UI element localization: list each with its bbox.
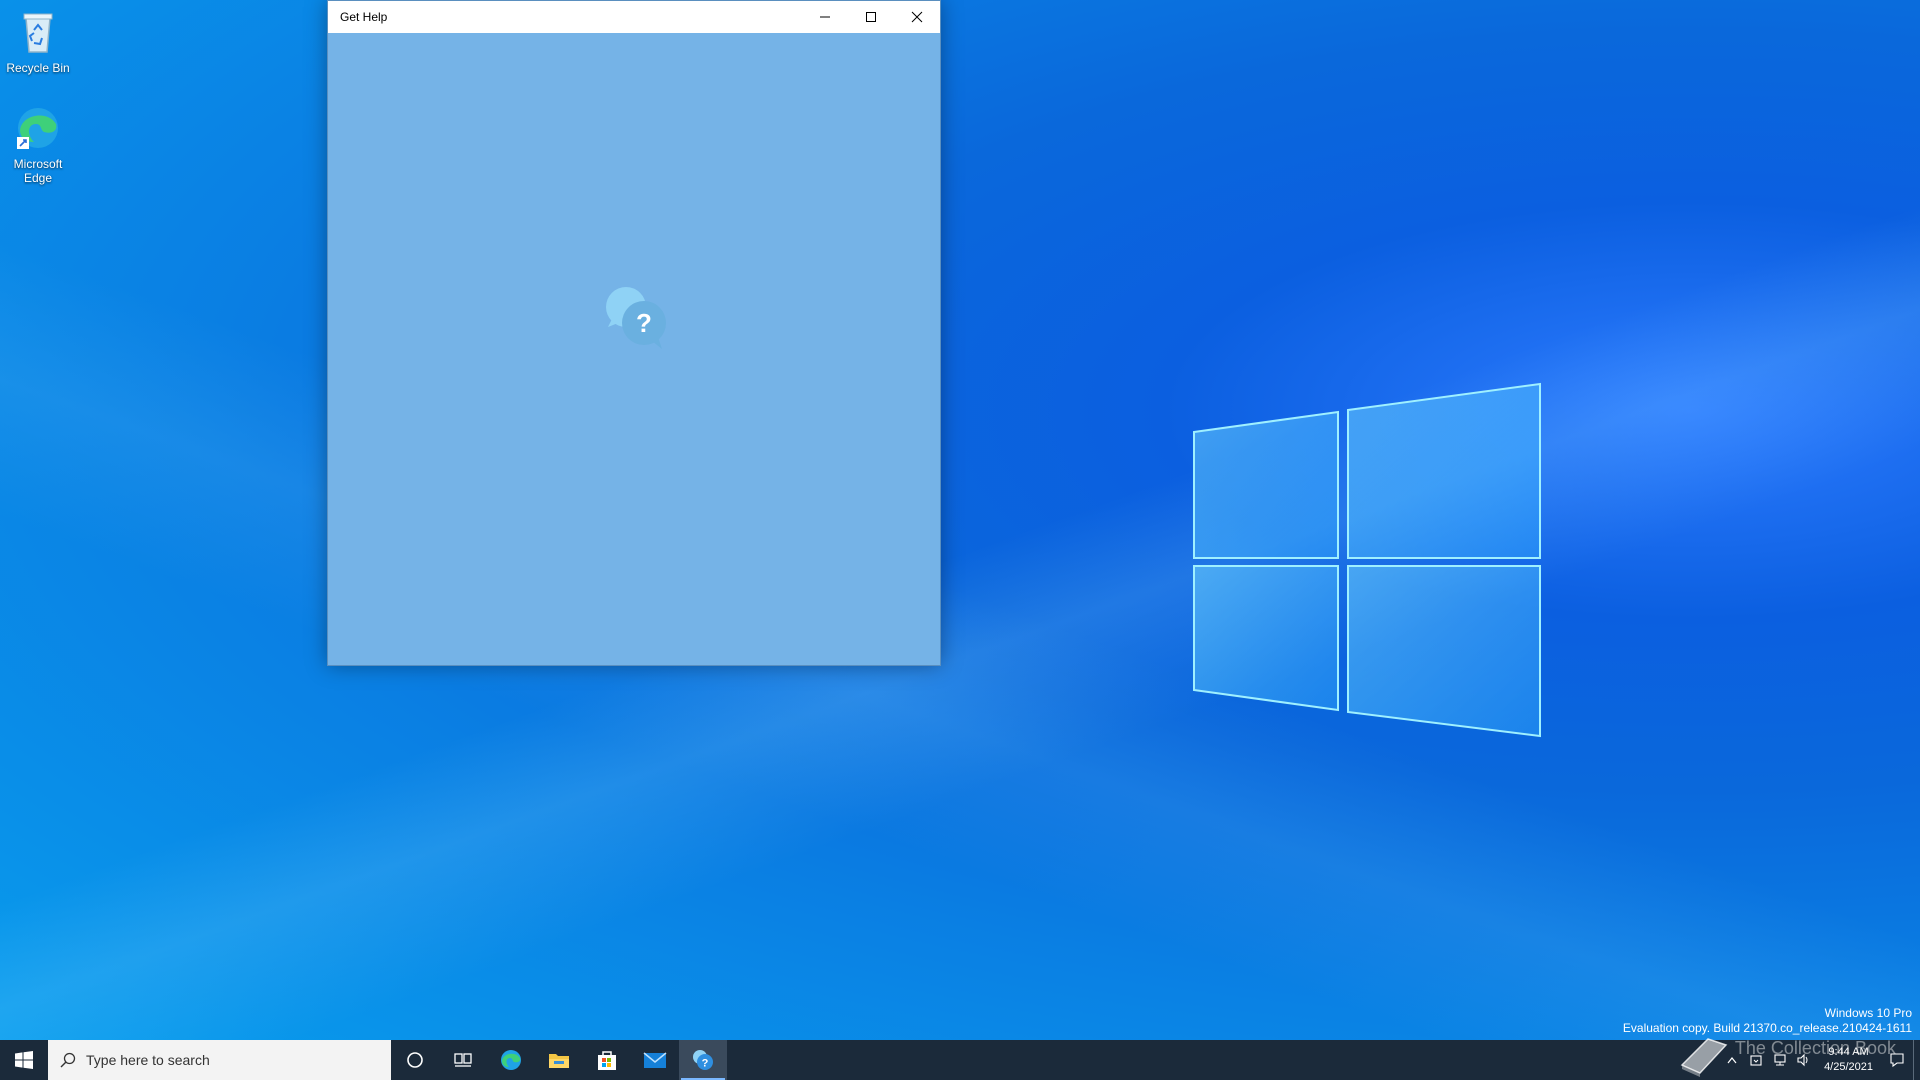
show-desktop-button[interactable] <box>1913 1040 1920 1080</box>
clock-date: 4/25/2021 <box>1824 1061 1873 1073</box>
store-icon <box>598 1051 616 1070</box>
taskbar-file-explorer-button[interactable] <box>535 1040 583 1080</box>
circle-icon <box>407 1052 423 1068</box>
windows-evaluation-watermark: Windows 10 Pro Evaluation copy. Build 21… <box>1623 1006 1912 1036</box>
desktop-icon-recycle-bin[interactable]: Recycle Bin <box>0 8 76 75</box>
close-button[interactable] <box>894 1 940 33</box>
start-button[interactable] <box>0 1040 48 1080</box>
task-view-icon <box>454 1053 472 1067</box>
notification-icon <box>1890 1053 1904 1068</box>
taskbar-clock[interactable]: 9:44 AM 4/25/2021 <box>1816 1045 1881 1075</box>
get-help-icon: ? <box>693 1050 713 1070</box>
maximize-button[interactable] <box>848 1 894 33</box>
minimize-button[interactable] <box>802 1 848 33</box>
desktop-icon-label: Recycle Bin <box>6 61 70 75</box>
edge-icon <box>17 108 58 149</box>
watermark-build: Evaluation copy. Build 21370.co_release.… <box>1622 1021 1912 1035</box>
close-icon <box>911 11 923 23</box>
taskbar: Type here to search ? <box>0 1040 1920 1080</box>
network-button[interactable] <box>1768 1040 1792 1080</box>
desktop-icon-microsoft-edge[interactable]: Microsoft Edge <box>0 104 76 185</box>
clock-time: 9:44 AM <box>1828 1046 1869 1058</box>
wallpaper-light-beam <box>0 0 1920 1040</box>
taskbar-get-help-button[interactable]: ? <box>679 1040 727 1080</box>
window-titlebar[interactable]: Get Help <box>328 1 940 33</box>
minimize-icon <box>820 16 830 18</box>
show-hidden-icons-button[interactable] <box>1720 1040 1744 1080</box>
chevron-up-icon <box>1727 1057 1737 1064</box>
svg-text:?: ? <box>702 1058 709 1070</box>
search-placeholder: Type here to search <box>86 1052 210 1068</box>
wallpaper-light-beam-lower <box>0 0 1920 1040</box>
cortana-button[interactable] <box>391 1040 439 1080</box>
speaker-icon <box>1797 1053 1808 1067</box>
taskbar-mail-button[interactable] <box>631 1040 679 1080</box>
volume-button[interactable] <box>1792 1040 1816 1080</box>
svg-text:?: ? <box>636 308 652 338</box>
mail-icon <box>643 1052 667 1068</box>
windows-logo-wallpaper <box>1193 382 1541 738</box>
update-icon <box>1750 1055 1762 1066</box>
desktop-icon-label: Microsoft Edge <box>13 157 63 185</box>
taskbar-edge-button[interactable] <box>487 1040 535 1080</box>
action-center-button[interactable] <box>1881 1040 1913 1080</box>
window-title: Get Help <box>340 10 388 24</box>
system-tray: 9:44 AM 4/25/2021 <box>1720 1040 1920 1080</box>
get-help-icon: ? <box>606 287 666 349</box>
folder-icon <box>549 1054 569 1068</box>
task-view-button[interactable] <box>439 1040 487 1080</box>
taskbar-search-box[interactable]: Type here to search <box>48 1040 391 1080</box>
recycle-bin-icon <box>23 13 53 53</box>
get-help-window[interactable]: Get Help ? <box>327 0 941 666</box>
maximize-icon <box>866 12 876 22</box>
tray-update-button[interactable] <box>1744 1040 1768 1080</box>
network-icon <box>1774 1054 1786 1066</box>
taskbar-store-button[interactable] <box>583 1040 631 1080</box>
search-icon <box>60 1052 76 1068</box>
windows-start-icon <box>15 1051 33 1069</box>
watermark-edition: Windows 10 Pro <box>1824 1006 1912 1020</box>
edge-icon <box>501 1050 521 1070</box>
